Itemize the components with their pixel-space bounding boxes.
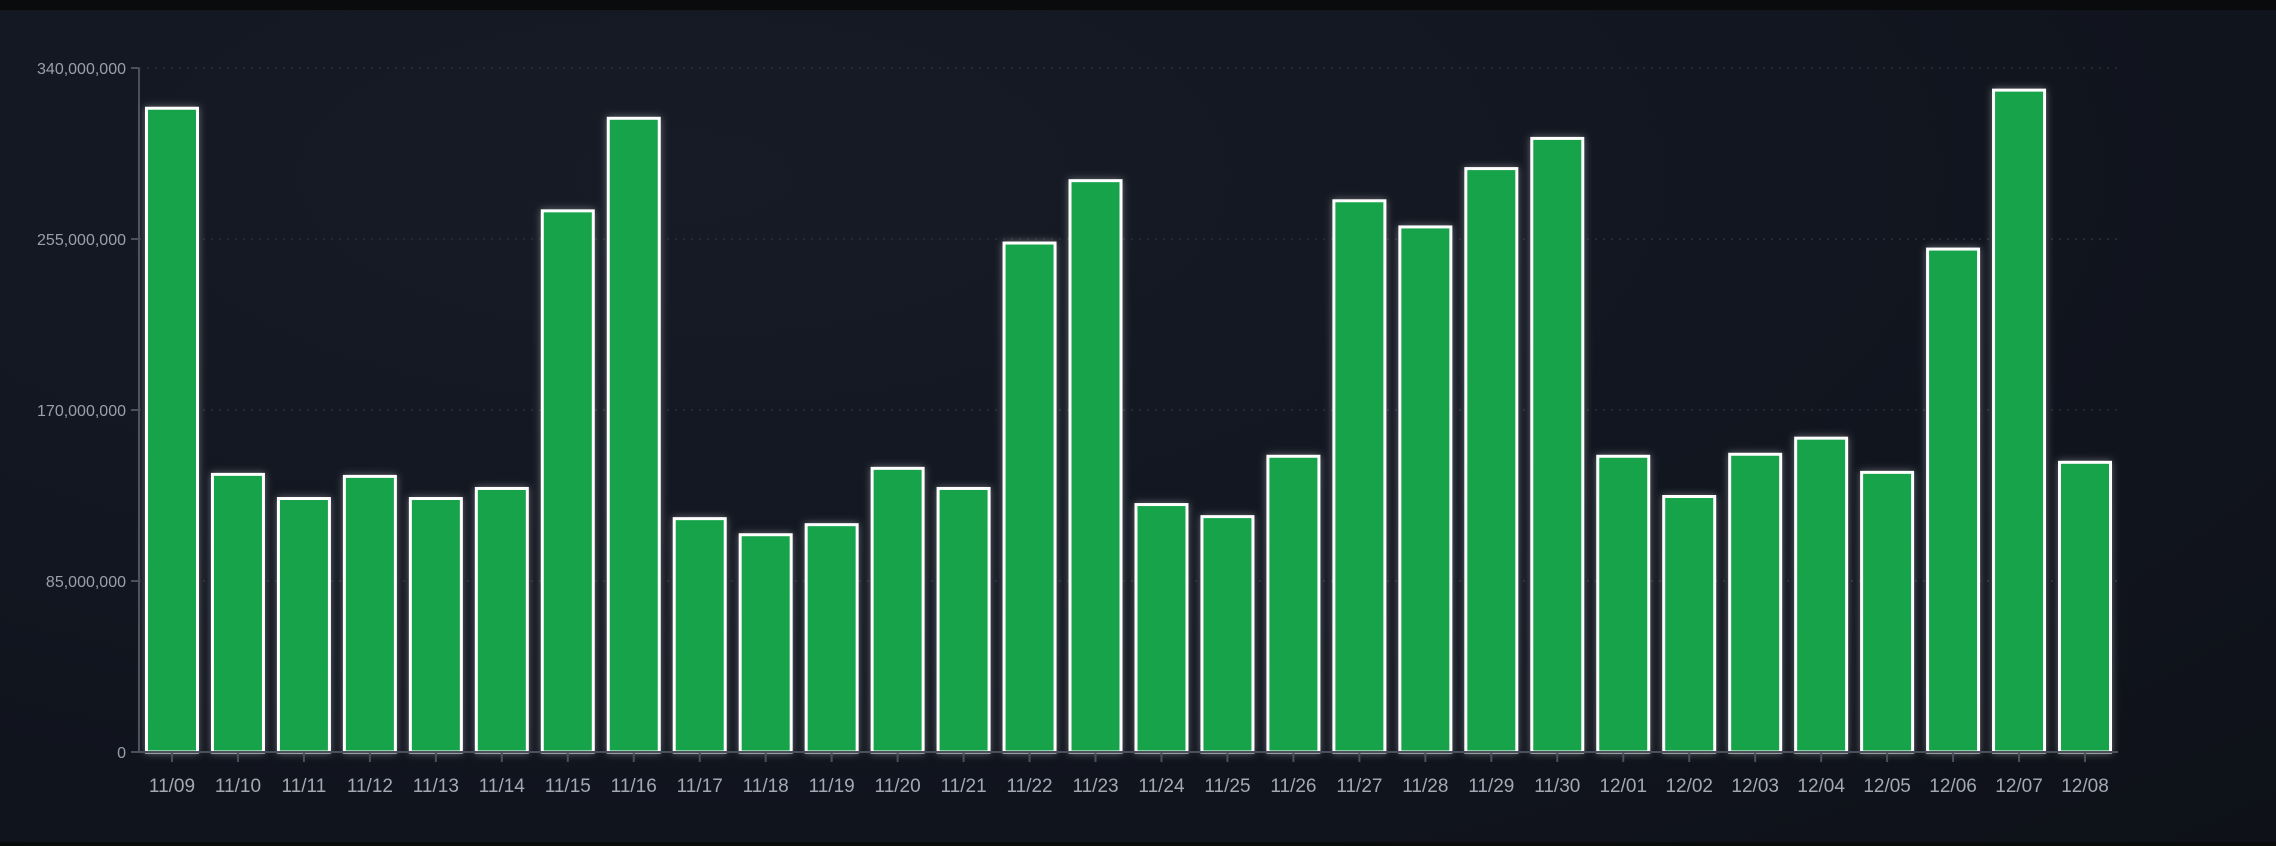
bar: [1926, 247, 1981, 754]
bar: [804, 523, 859, 754]
y-tick-label: 255,000,000: [37, 232, 126, 249]
x-tick-label: 11/13: [413, 776, 459, 797]
x-tick-label: 11/27: [1336, 776, 1382, 797]
bar: [672, 517, 727, 754]
bar: [1398, 225, 1453, 754]
x-tick-label: 11/23: [1072, 776, 1118, 797]
x-tick-label: 12/01: [1599, 776, 1647, 797]
x-tick-label: 11/29: [1468, 776, 1514, 797]
bar: [2058, 460, 2113, 754]
chart-panel: 0 85,000,000 170,000,000 255,000,000 340,000…: [0, 10, 2276, 842]
bar: [1992, 88, 2047, 754]
x-tick-label: 12/05: [1863, 776, 1911, 797]
bar: [1662, 495, 1717, 754]
bar: [144, 106, 199, 754]
bar: [1530, 136, 1585, 754]
x-axis: 11/09 11/10 11/11 11/12 11/13 11/14 11/15 11/16…: [139, 751, 2118, 797]
y-tick-label: 170,000,000: [37, 403, 126, 420]
x-tick-label: 11/28: [1402, 776, 1448, 797]
bar: [342, 474, 397, 754]
x-tick-label: 12/08: [2061, 776, 2109, 797]
x-tick-label: 11/11: [282, 776, 327, 797]
x-tick-label: 11/30: [1534, 776, 1580, 797]
bar: [1596, 454, 1651, 754]
y-tick-label: 0: [117, 745, 126, 762]
x-tick-label: 11/16: [611, 776, 657, 797]
x-tick-label: 11/22: [1006, 776, 1052, 797]
bar: [936, 486, 991, 754]
x-tick-label: 11/15: [545, 776, 591, 797]
bar: [1332, 199, 1387, 754]
bar: [1266, 454, 1321, 754]
x-tick-label: 12/03: [1731, 776, 1779, 797]
x-tick-label: 11/12: [347, 776, 393, 797]
y-axis: 0 85,000,000 170,000,000 255,000,000 340,000…: [37, 61, 140, 762]
x-tick-label: 12/07: [1995, 776, 2043, 797]
bar: [1794, 436, 1849, 754]
bar: [276, 497, 331, 754]
bar: [1068, 179, 1123, 754]
bar: [540, 209, 595, 754]
x-tick-label: 12/02: [1665, 776, 1713, 797]
bar-chart: 0 85,000,000 170,000,000 255,000,000 340,000…: [37, 61, 2118, 797]
x-tick-label: 12/06: [1929, 776, 1977, 797]
x-tick-label: 12/04: [1797, 776, 1845, 797]
x-tick-label: 11/26: [1270, 776, 1316, 797]
bar: [1464, 167, 1519, 754]
y-tick-label: 340,000,000: [37, 61, 126, 78]
bar: [606, 116, 661, 754]
bar: [870, 466, 925, 754]
bar: [210, 472, 265, 754]
x-tick-label: 11/24: [1138, 776, 1185, 797]
bar: [1134, 503, 1189, 754]
x-tick-label: 11/18: [743, 776, 789, 797]
x-tick-label: 11/25: [1204, 776, 1250, 797]
bar: [1728, 452, 1783, 754]
bar: [474, 486, 529, 754]
bar: [1860, 470, 1915, 754]
x-tick-label: 11/09: [149, 776, 195, 797]
x-tick-label: 11/10: [215, 776, 261, 797]
y-tick-label: 85,000,000: [46, 574, 126, 591]
bar: [1002, 241, 1057, 754]
x-tick-label: 11/17: [677, 776, 723, 797]
x-tick-label: 11/14: [479, 776, 526, 797]
bars: [144, 88, 2113, 754]
bar: [408, 497, 463, 754]
x-tick-label: 11/20: [875, 776, 921, 797]
bar: [738, 533, 793, 754]
x-tick-label: 11/19: [809, 776, 855, 797]
x-tick-label: 11/21: [941, 776, 987, 797]
bar: [1200, 515, 1255, 754]
